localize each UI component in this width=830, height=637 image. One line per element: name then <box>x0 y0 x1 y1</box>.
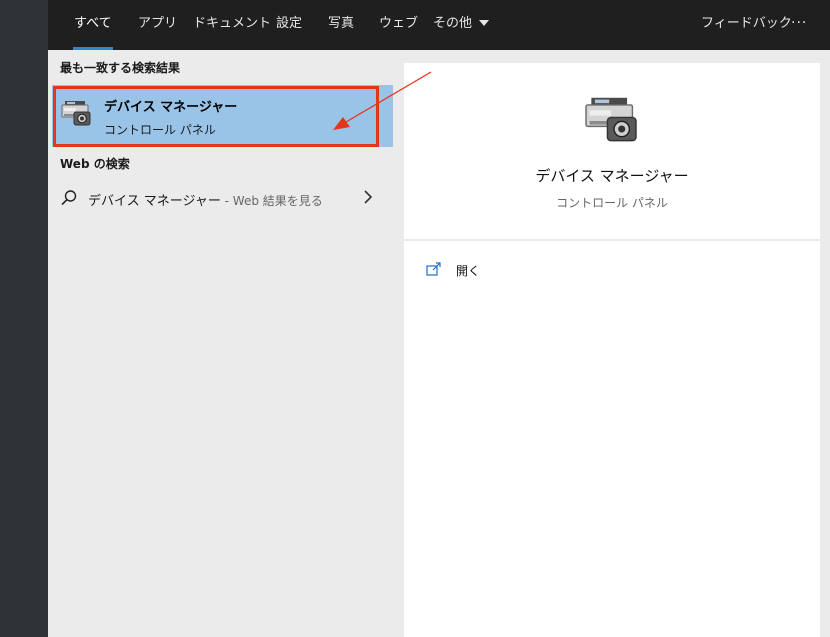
tab-all[interactable]: すべて <box>73 0 113 50</box>
web-search-query: デバイス マネージャー <box>88 194 221 209</box>
web-search-hint: - Web 結果を見る <box>220 194 323 208</box>
tab-web[interactable]: ウェブ <box>379 0 418 50</box>
web-search-item[interactable]: デバイス マネージャー - Web 結果を見る <box>48 181 393 215</box>
device-manager-large-icon <box>582 96 640 150</box>
open-external-icon <box>426 261 442 280</box>
tab-more-label: その他 <box>433 16 473 31</box>
open-label: 開く <box>456 264 481 278</box>
feedback-button[interactable]: フィードバック <box>701 0 792 50</box>
detail-actions: 開く <box>404 241 820 637</box>
detail-subtitle: コントロール パネル <box>556 196 668 210</box>
search-icon <box>60 189 78 211</box>
caret-down-icon <box>479 19 490 26</box>
taskbar-strip <box>0 0 48 637</box>
chevron-right-icon <box>362 189 374 209</box>
web-search-heading: Web の検索 <box>60 157 130 171</box>
more-options-button[interactable]: ··· <box>791 0 807 50</box>
detail-card: デバイス マネージャー コントロール パネル <box>404 63 820 239</box>
tab-settings[interactable]: 設定 <box>276 0 302 50</box>
tab-documents[interactable]: ドキュメント <box>193 0 271 50</box>
best-match-heading: 最も一致する検索結果 <box>60 61 181 75</box>
results-pane: 最も一致する検索結果 デバイス マネージャー コントロール パネル Web の検… <box>48 50 393 637</box>
tab-more[interactable]: その他 <box>433 0 490 50</box>
detail-title: デバイス マネージャー <box>535 167 689 185</box>
tab-apps[interactable]: アプリ <box>138 0 177 50</box>
tab-photos[interactable]: 写真 <box>328 0 354 50</box>
search-filter-bar: すべて アプリ ドキュメント 設定 写真 ウェブ その他 フィードバック ··· <box>48 0 830 50</box>
annotation-highlight-box <box>53 86 379 147</box>
